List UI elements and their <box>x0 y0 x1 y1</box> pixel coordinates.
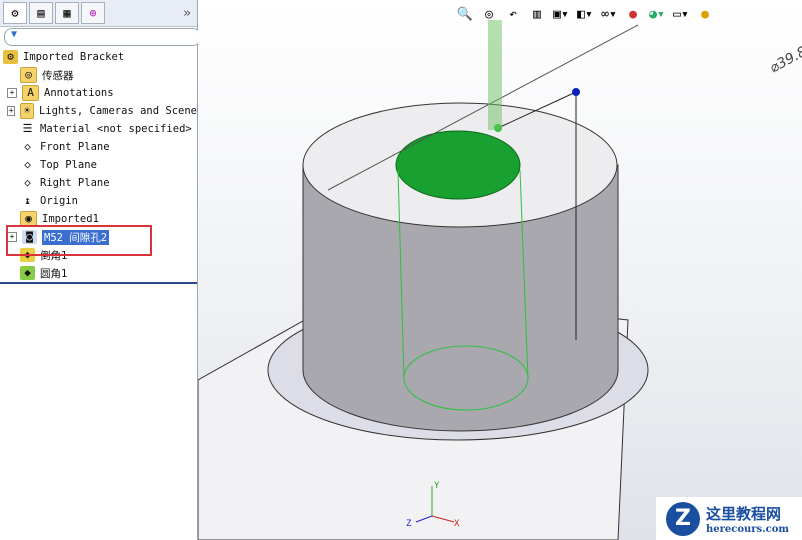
configuration-manager-tab[interactable]: ▦ <box>55 2 79 24</box>
triad-z-label: Z <box>406 519 412 528</box>
fillet-icon: ◆ <box>20 266 35 280</box>
watermark-title: 这里教程网 <box>706 504 782 523</box>
plane-icon: ◇ <box>20 158 35 172</box>
reference-triad: Y X Z <box>406 481 460 528</box>
triad-y-label: Y <box>434 481 440 491</box>
watermark-z-icon: Z <box>666 501 700 536</box>
section-view-icon[interactable]: ▥ <box>528 6 546 24</box>
tree-item-label: Lights, Cameras and Scene <box>38 105 197 117</box>
plane-icon: ◇ <box>20 176 35 190</box>
realview-icon[interactable]: ● <box>696 6 714 24</box>
highlight-box <box>6 225 152 256</box>
feature-manager-panel: ⚙ ▤ ▦ ⊕ » ▼ ⚙ Imported Bracket ◎ 传感器 + A Annot… <box>0 0 201 540</box>
origin-icon: ↨ <box>20 194 35 208</box>
more-tabs-icon[interactable]: » <box>183 6 191 21</box>
property-manager-tab[interactable]: ▤ <box>29 2 53 24</box>
tree-item-label: 圆角1 <box>40 267 68 280</box>
hole-preview <box>395 130 521 200</box>
zoom-to-area-icon[interactable]: ◎ <box>480 6 498 24</box>
tree-item-label: Imported1 <box>42 213 99 225</box>
model-view <box>198 20 649 540</box>
lights-folder-icon: ☀ <box>20 103 34 119</box>
tree-item-label: Origin <box>40 195 78 207</box>
tree-item[interactable]: ☰ Material <not specified> <box>0 120 197 138</box>
expand-icon[interactable]: + <box>7 88 17 98</box>
part-icon: ⚙ <box>3 50 18 64</box>
tree-item-label: Right Plane <box>40 177 110 189</box>
hide-show-icon[interactable]: ∞▾ <box>600 6 618 24</box>
plane-icon: ◇ <box>20 140 35 154</box>
feature-manager-tab[interactable]: ⚙ <box>3 2 27 24</box>
view-orientation-icon[interactable]: ▣▾ <box>552 6 570 24</box>
dimxpert-tab[interactable]: ⊕ <box>81 2 105 24</box>
tree-item-label: 传感器 <box>42 69 74 82</box>
graphics-area[interactable]: 🔍 ◎ ↶ ▥ ▣▾ ◧▾ ∞▾ ● ◕▾ ▭▾ ● ⌀39.88 Y X Z <box>198 0 802 540</box>
view-toolbar: 🔍 ◎ ↶ ▥ ▣▾ ◧▾ ∞▾ ● ◕▾ ▭▾ ● <box>456 6 714 24</box>
tree-item[interactable]: ◇ Top Plane <box>0 156 197 174</box>
filter-icon: ▼ <box>11 29 18 40</box>
watermark-url: herecours.com <box>706 523 790 535</box>
tree-item[interactable]: ⚙ Imported Bracket <box>0 48 197 66</box>
watermark-logo: Z 这里教程网 herecours.com <box>656 497 802 540</box>
expand-icon[interactable]: + <box>7 106 16 116</box>
view-settings-icon[interactable]: ▭▾ <box>672 6 690 24</box>
sensor-folder-icon: ◎ <box>20 67 37 83</box>
zoom-to-fit-icon[interactable]: 🔍 <box>456 6 474 24</box>
tree-item-label: Imported Bracket <box>23 51 125 63</box>
rollback-bar[interactable] <box>0 282 197 284</box>
apply-scene-icon[interactable]: ◕▾ <box>648 6 666 24</box>
annotations-folder-icon: A <box>22 85 39 101</box>
material-icon: ☰ <box>20 122 35 136</box>
tree-item[interactable]: ◇ Right Plane <box>0 174 197 192</box>
tree-item-label: Front Plane <box>40 141 110 153</box>
triad-x-label: X <box>454 519 460 528</box>
display-style-icon[interactable]: ◧▾ <box>576 6 594 24</box>
filter-field[interactable]: ▼ <box>4 28 201 46</box>
tree-item[interactable]: ◇ Front Plane <box>0 138 197 156</box>
tree-item-label: Annotations <box>44 87 114 99</box>
tree-item[interactable]: ◆ 圆角1 <box>0 264 197 282</box>
tree-item[interactable]: ↨ Origin <box>0 192 197 210</box>
tree-item[interactable]: + ☀ Lights, Cameras and Scene <box>0 102 197 120</box>
tree-item[interactable]: ◎ 传感器 <box>0 66 197 84</box>
previous-view-icon[interactable]: ↶ <box>504 6 522 24</box>
edit-appearance-icon[interactable]: ● <box>624 6 642 24</box>
tree-item[interactable]: + A Annotations <box>0 84 197 102</box>
tree-item-label: Top Plane <box>40 159 97 171</box>
panel-tabs: ⚙ ▤ ▦ ⊕ » <box>0 0 197 27</box>
tree-item-label: Material <not specified> <box>40 123 192 135</box>
